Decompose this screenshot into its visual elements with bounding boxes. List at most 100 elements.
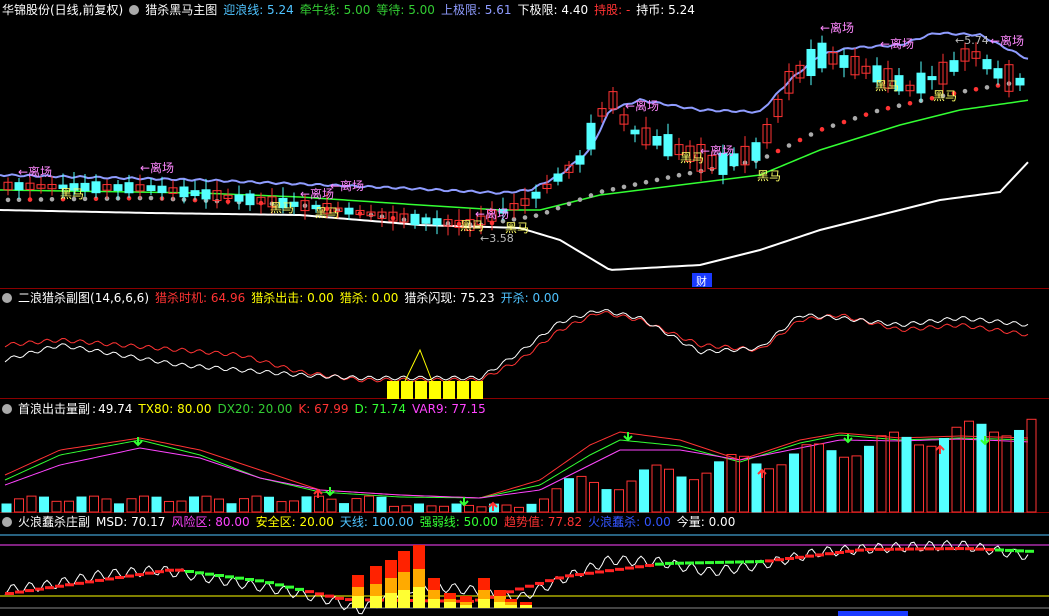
trend-step xyxy=(615,567,624,571)
fire-wave-bar xyxy=(370,605,382,608)
fire-wave-bar xyxy=(413,569,425,572)
fire-wave-bar xyxy=(494,590,506,593)
trend-dot xyxy=(588,193,594,198)
fire-wave-bar xyxy=(478,584,490,587)
volume-bar xyxy=(864,445,874,513)
fire-wave-bar xyxy=(428,602,440,605)
fire-wave-bar xyxy=(413,560,425,563)
fire-wave-bar xyxy=(478,599,490,602)
trend-step xyxy=(875,547,884,551)
candle-body xyxy=(586,122,596,150)
fire-wave-bar xyxy=(370,578,382,581)
trend-step xyxy=(645,563,654,567)
leave-marker: ←离场 xyxy=(300,186,334,201)
candle-body xyxy=(14,182,24,191)
candle-body xyxy=(630,129,640,135)
fire-wave-bar xyxy=(428,587,440,590)
trend-dot xyxy=(764,154,770,159)
volume-bar xyxy=(226,503,237,513)
fire-wave-bar xyxy=(413,599,425,602)
fire-wave-bar xyxy=(385,560,397,563)
volume-bar xyxy=(314,495,324,513)
leave-marker: ←离场 xyxy=(990,33,1024,48)
stock-chart-window: { "main":{ "stock":"华锦股份(日线,前复权)", "indi… xyxy=(0,0,1049,616)
trend-step xyxy=(15,590,24,594)
trend-dot xyxy=(830,123,836,128)
fire-wave-bar xyxy=(413,557,425,560)
trend-step xyxy=(235,576,244,580)
volume-bar xyxy=(1026,418,1037,513)
trend-dot xyxy=(874,108,880,114)
trend-step xyxy=(885,547,894,551)
volume-bar xyxy=(114,503,124,513)
trend-dot xyxy=(841,119,847,125)
fire-wave-bar xyxy=(505,605,517,608)
candle-body xyxy=(124,182,134,194)
trend-dot xyxy=(907,100,913,106)
candle-body xyxy=(113,184,123,191)
candle-body xyxy=(663,134,673,157)
fire-wave-bar xyxy=(352,581,364,584)
trend-step xyxy=(715,560,724,564)
candle-body xyxy=(432,218,442,226)
trend-step xyxy=(505,590,514,594)
trend-step xyxy=(985,548,994,552)
volume-bar xyxy=(1014,429,1024,513)
fire-wave-bar xyxy=(385,605,397,608)
trend-step xyxy=(1025,549,1034,553)
candle-body xyxy=(927,76,937,81)
volume-bar xyxy=(64,500,74,513)
volume-bar xyxy=(189,496,199,513)
trend-step xyxy=(825,552,834,556)
trend-step xyxy=(95,578,104,582)
fire-wave-bar xyxy=(413,605,425,608)
volume-bar xyxy=(664,468,674,513)
trend-step xyxy=(855,548,864,552)
dark-horse-marker: 黑马 xyxy=(60,187,84,201)
trend-step xyxy=(215,574,224,577)
fire-wave-bar xyxy=(370,593,382,596)
trend-step xyxy=(65,583,74,587)
trend-step xyxy=(275,583,284,587)
volume-bar xyxy=(714,461,724,513)
trend-dot xyxy=(962,88,968,94)
trend-step xyxy=(305,590,314,594)
candle-body xyxy=(146,185,156,192)
volume-bar xyxy=(26,495,37,513)
volume-bar xyxy=(851,455,862,513)
trend-dot xyxy=(577,197,583,202)
volume-bar xyxy=(826,450,837,513)
fire-wave-bar xyxy=(494,596,506,599)
fire-wave-bar xyxy=(370,602,382,605)
trend-step xyxy=(45,586,54,590)
trend-step xyxy=(585,571,594,575)
fire-wave-bar xyxy=(478,578,490,581)
trend-step xyxy=(35,587,44,591)
fire-wave-bar xyxy=(370,572,382,575)
trend-step xyxy=(675,561,684,565)
trend-step xyxy=(545,579,554,583)
fire-wave-bar xyxy=(370,599,382,602)
volume-bar xyxy=(739,455,749,513)
fire-wave-bar xyxy=(352,596,364,599)
trend-dot xyxy=(49,197,55,202)
leave-marker: ←离场 xyxy=(330,178,364,193)
trend-dot xyxy=(786,143,792,148)
leave-marker: ←离场 xyxy=(625,98,659,113)
fire-wave-bar xyxy=(398,572,410,575)
fire-wave-bar xyxy=(428,599,440,602)
volume-bar xyxy=(876,435,887,513)
fire-wave-bar xyxy=(460,605,472,608)
fire-wave-bar xyxy=(494,599,506,602)
trend-step xyxy=(905,547,914,551)
volume-bar xyxy=(726,453,737,513)
fire-wave-bar xyxy=(385,566,397,569)
fire-wave-bar xyxy=(413,563,425,566)
fire-wave-bar xyxy=(413,578,425,581)
trend-step xyxy=(935,547,944,551)
candle-body xyxy=(982,59,992,70)
chart-canvas[interactable]: ←离场 ←离场←离场←离场←离场←离场←离场←离场←离场 ←离场黑马黑马 黑马黑马 黑马… xyxy=(0,0,1049,616)
trend-step xyxy=(655,562,664,566)
kill-flash-line xyxy=(4,309,1029,381)
volume-bar xyxy=(14,498,24,513)
